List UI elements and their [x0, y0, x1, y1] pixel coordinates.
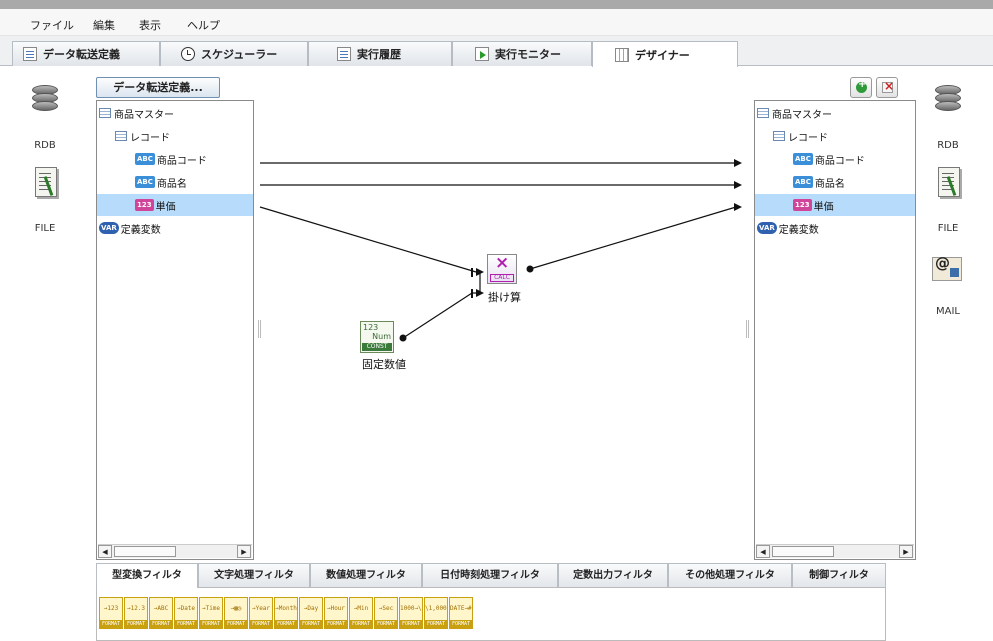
filter-currency-to-number[interactable]: \1,000→1000FORMAT [424, 597, 448, 629]
filter-to-integer[interactable]: →123 FORMAT [99, 597, 123, 629]
filter-to-datetime[interactable]: →▦◷ FORMAT [224, 597, 248, 629]
filter-to-date[interactable]: →Date FORMAT [174, 597, 198, 629]
filter-to-minute[interactable]: →Min FORMAT [349, 597, 373, 629]
filter-to-month[interactable]: →Month FORMAT [274, 597, 298, 629]
monitor-icon [475, 47, 489, 61]
record-icon [773, 131, 785, 141]
filter-tab-string[interactable]: 文字処理フィルタ [198, 563, 310, 587]
file-icon [938, 167, 960, 197]
clock-icon [181, 47, 195, 61]
mapping-line-price-to-calc [259, 206, 477, 273]
add-icon [856, 79, 867, 93]
filter-tab-numeric[interactable]: 数値処理フィルタ [310, 563, 422, 587]
filter-tab-type-conversion[interactable]: 型変換フィルタ [96, 563, 198, 588]
filter-tab-bar: 型変換フィルタ 文字処理フィルタ 数値処理フィルタ 日付時刻処理フィルタ 定数出… [96, 563, 886, 588]
table-icon [757, 108, 769, 118]
filter-tab-other[interactable]: その他処理フィルタ [668, 563, 792, 587]
filter-number-to-currency[interactable]: 1000→\1,000FORMAT [399, 597, 423, 629]
arrow-head-unit-price [734, 203, 742, 211]
mapping-line-const-to-calc [402, 292, 473, 339]
arrow-head-product-code [734, 159, 742, 167]
filter-to-hour[interactable]: →Hour FORMAT [324, 597, 348, 629]
menu-edit[interactable]: 編集 [93, 17, 115, 33]
menu-bar: ファイル 編集 表示 ヘルプ [0, 9, 993, 36]
text-type-icon: ABC [793, 153, 813, 165]
calc-node-label: 掛け算 [488, 291, 521, 304]
tab-scheduler[interactable]: スケジューラー [160, 41, 308, 66]
tab-execution-monitor[interactable]: 実行モニター [452, 41, 592, 66]
scroll-thumb[interactable] [772, 546, 834, 557]
filter-tab-constant-output[interactable]: 定数出力フィルタ [558, 563, 668, 587]
filter-tab-control[interactable]: 制御フィルタ [792, 563, 886, 587]
target-horizontal-scrollbar[interactable]: ◀ ▶ [756, 544, 914, 558]
target-table-node[interactable]: 商品マスター [757, 102, 832, 124]
multiply-icon: × [495, 253, 510, 273]
target-tree-panel: 商品マスター レコード ABC 商品コード ABC 商品名 123 単価 VAR… [754, 100, 916, 560]
menu-view[interactable]: 表示 [139, 17, 161, 33]
scroll-right-arrow-icon[interactable]: ▶ [899, 545, 913, 558]
filter-to-year[interactable]: →Year FORMAT [249, 597, 273, 629]
arrow-head-product-name [734, 181, 742, 189]
tab-designer[interactable]: デザイナー [592, 41, 738, 67]
main-tab-bar: データ転送定義 スケジューラー 実行履歴 実行モニター デザイナー [0, 36, 993, 67]
target-field-product-name[interactable]: ABC 商品名 [755, 171, 915, 193]
calc-output-port [526, 265, 534, 273]
target-record-node[interactable]: レコード [773, 125, 828, 147]
const-output-port [399, 334, 407, 342]
palette-rdb-right[interactable]: RDB [903, 85, 993, 155]
variable-icon: VAR [757, 222, 777, 234]
calc-input-bar-2 [471, 289, 473, 298]
filter-to-decimal[interactable]: →12.3 FORMAT [124, 597, 148, 629]
delete-icon [882, 79, 894, 93]
palette-mail-right[interactable]: @ MAIL [903, 251, 993, 321]
designer-workspace: RDB FILE データ転送定義... 商品マスター レコード ABC 商品コー… [0, 67, 993, 641]
const-number-node[interactable]: 123 Num CONST [360, 321, 394, 353]
mail-icon: @ [932, 254, 962, 281]
target-field-unit-price[interactable]: 123 単価 [755, 194, 915, 216]
add-mapping-button[interactable] [850, 77, 872, 98]
tab-execution-history[interactable]: 実行履歴 [308, 41, 452, 66]
filter-to-time[interactable]: →Time FORMAT [199, 597, 223, 629]
calc-multiply-node[interactable]: × CALC [487, 253, 517, 284]
designer-icon [615, 47, 629, 62]
calc-input-bar-1 [471, 268, 473, 277]
tab-data-transfer-definition[interactable]: データ転送定義 [12, 41, 160, 66]
filter-to-day[interactable]: →Day FORMAT [299, 597, 323, 629]
document-icon [23, 47, 37, 61]
database-icon [935, 85, 961, 117]
delete-mapping-button[interactable] [876, 77, 898, 98]
filter-palette: →123 FORMAT →12.3 FORMAT →ABC FORMAT →Date F… [96, 588, 886, 641]
history-icon [337, 47, 351, 61]
text-type-icon: ABC [793, 176, 813, 188]
filter-to-string[interactable]: →ABC FORMAT [149, 597, 173, 629]
filter-to-second[interactable]: →Sec FORMAT [374, 597, 398, 629]
filter-tab-datetime[interactable]: 日付時刻処理フィルタ [422, 563, 558, 587]
menu-help[interactable]: ヘルプ [187, 17, 220, 33]
palette-file-right[interactable]: FILE [903, 164, 993, 234]
target-defined-variables[interactable]: VAR 定義変数 [757, 217, 819, 239]
menu-file[interactable]: ファイル [30, 17, 74, 33]
mapping-line-calc-to-price [529, 206, 737, 270]
window-top-border [0, 0, 993, 9]
const-node-label: 固定数値 [362, 358, 406, 371]
scroll-left-arrow-icon[interactable]: ◀ [756, 545, 770, 558]
filter-date-format[interactable]: DATE→#/#/#FORMAT [449, 597, 473, 629]
target-field-product-code[interactable]: ABC 商品コード [755, 148, 915, 170]
number-type-icon: 123 [793, 199, 812, 211]
